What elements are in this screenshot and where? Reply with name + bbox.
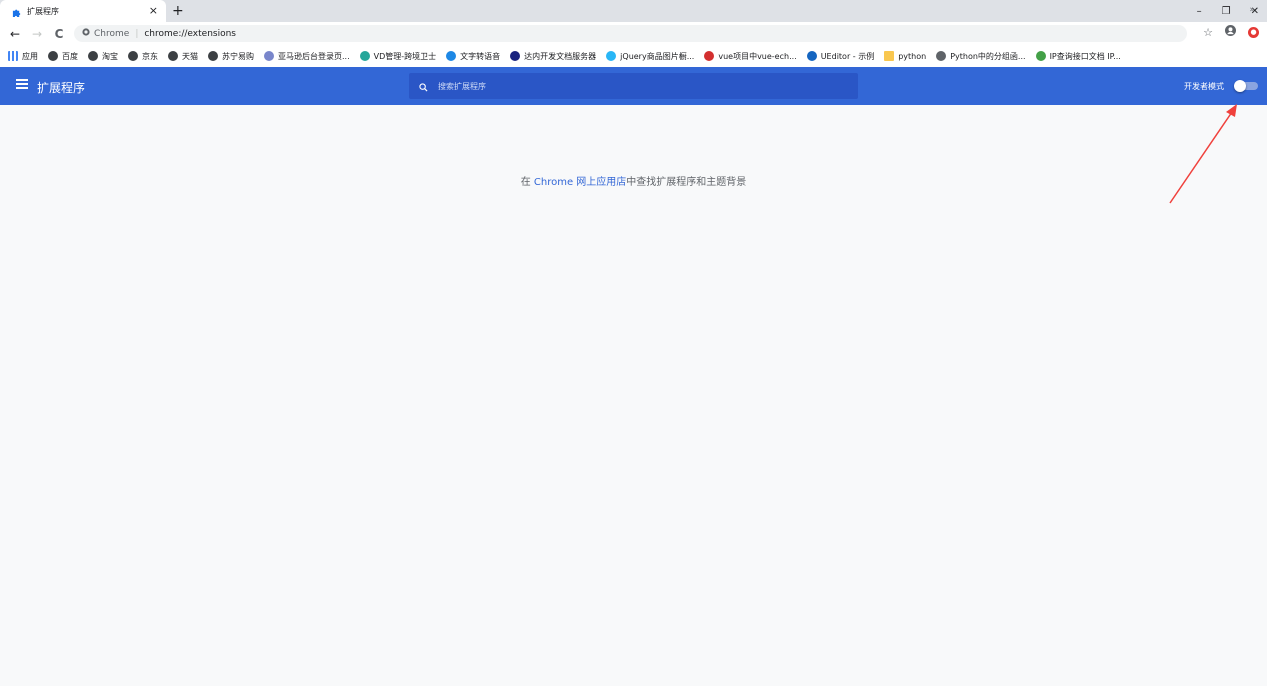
restore-icon[interactable]: ❐ [1222,6,1231,17]
back-icon[interactable]: ← [4,27,26,41]
message-suffix: 中查找扩展程序和主题背景 [626,177,747,188]
bookmark-label: 淘宝 [102,51,118,61]
extensions-main: 在 Chrome 网上应用店中查找扩展程序和主题背景 [0,105,1267,686]
bookmark-label: 达内开发文档服务器 [524,51,597,61]
bookmarks-overflow-icon[interactable]: » [1249,5,1255,15]
bookmark-item[interactable]: 京东 [128,51,158,62]
bookmark-label: IP查询接口文档 IP... [1049,51,1121,61]
reload-icon[interactable]: C [48,27,70,41]
bookmark-label: 苏宁易购 [222,51,254,61]
bookmark-label: 文字转语音 [460,51,501,61]
address-bar[interactable]: Chrome | chrome://extensions [74,25,1187,42]
globe-icon [128,51,138,61]
developer-mode-label: 开发者模式 [1184,82,1224,91]
ueditor-icon [806,51,817,61]
url-separator: | [135,28,139,39]
tab-strip: 扩展程序 × + – ❐ ✕ [0,0,1267,22]
bookmark-label: VD管理-跨境卫士 [373,51,437,61]
toolbar-actions: ☆ ● [1203,25,1259,39]
bookmark-item[interactable]: 百度 [48,51,78,62]
globe-icon [48,51,58,61]
site-label: Chrome [94,28,130,39]
url-text[interactable]: chrome://extensions [144,29,236,39]
bookmark-label: UEditor - 示例 [820,51,875,61]
globe-icon [264,51,274,61]
bookmark-label: 京东 [142,51,158,61]
search-box[interactable] [409,73,858,99]
bookmark-label: 亚马逊后台登录页... [278,51,350,61]
hamburger-menu-icon[interactable] [16,79,28,89]
tarena-icon [510,51,521,61]
message-prefix: 在 [520,177,534,188]
bookmark-item[interactable]: UEditor - 示例 [806,51,875,62]
shield-icon [359,51,370,61]
bookmark-label: jQuery商品图片橱... [620,51,695,61]
bookmark-item[interactable]: python [884,51,926,61]
globe-icon [168,51,178,61]
browser-toolbar: ← → C Chrome | chrome://extensions ☆ ● [0,22,1267,45]
extensions-header: 扩展程序 开发者模式 [0,67,1267,105]
tab-title: 扩展程序 [27,6,59,16]
bookmark-item[interactable]: 天猫 [168,51,198,62]
chrome-site-icon [82,28,90,39]
bookmark-item[interactable]: VD管理-跨境卫士 [359,51,437,62]
apps-grid-icon [8,51,18,61]
forward-icon[interactable]: → [26,27,48,41]
map-icon [1035,51,1046,61]
bookmark-item[interactable]: 达内开发文档服务器 [510,51,596,62]
bookmark-item[interactable]: IP查询接口文档 IP... [1035,51,1121,62]
empty-state-message: 在 Chrome 网上应用店中查找扩展程序和主题背景 [0,173,1267,188]
web-store-link[interactable]: Chrome 网上应用店 [534,177,626,188]
puzzle-icon [12,2,21,21]
bookmark-label: 天猫 [182,51,198,61]
globe-icon [88,51,98,61]
bookmark-item[interactable]: jQuery商品图片橱... [606,51,694,62]
bookmark-star-icon[interactable]: ☆ [1203,26,1213,39]
bookmark-label: python [898,51,927,61]
new-tab-button[interactable]: + [172,2,184,20]
profile-avatar-icon[interactable] [1225,25,1236,39]
python-icon [936,51,947,61]
folder-icon [884,51,895,61]
bookmark-label: Python中的分组函... [950,51,1026,61]
csdn-icon [704,51,715,61]
bookmark-item[interactable]: vue项目中vue-ech... [704,51,797,62]
bookmark-label: 应用 [22,51,38,61]
toggle-knob [1234,80,1246,92]
bookmark-item[interactable]: 应用 [8,51,38,62]
bookmark-item[interactable]: 淘宝 [88,51,118,62]
minimize-icon[interactable]: – [1197,6,1202,17]
voice-icon [446,51,457,61]
bookmark-item[interactable]: 亚马逊后台登录页... [264,51,350,62]
extension-adblock-icon[interactable]: ● [1248,26,1259,38]
bookmark-label: vue项目中vue-ech... [718,51,797,61]
globe-icon [208,51,218,61]
jquery-icon [606,51,617,61]
tab-extensions[interactable]: 扩展程序 × [0,0,166,22]
bookmark-item[interactable]: Python中的分组函... [936,51,1026,62]
search-input[interactable] [436,80,836,92]
developer-mode-toggle[interactable] [1234,80,1258,92]
bookmark-item[interactable]: 文字转语音 [446,51,500,62]
bookmark-item[interactable]: 苏宁易购 [208,51,254,62]
tab-close-icon[interactable]: × [149,3,158,19]
bookmark-label: 百度 [62,51,78,61]
page-title: 扩展程序 [37,81,86,95]
search-icon [419,77,428,96]
bookmarks-bar: 应用 百度 淘宝 京东 天猫 苏宁易购 亚马逊后台登录页... VD管理-跨境卫士 文字转语音 达… [0,45,1267,67]
